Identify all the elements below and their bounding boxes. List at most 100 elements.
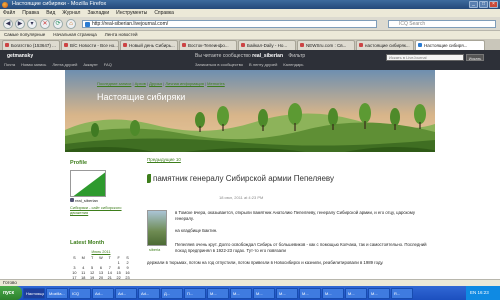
taskbar-item[interactable]: ICQ	[69, 287, 91, 299]
taskbar-item[interactable]: M...	[253, 287, 275, 299]
crumb-friends[interactable]: Друзья	[149, 81, 162, 86]
bookmark-popular[interactable]: Самые популярные	[4, 31, 45, 39]
post-date: 18 июл, 2011 at 4:23 PM	[219, 195, 264, 200]
lj-link-account[interactable]: Аккаунт	[83, 62, 97, 67]
post-paragraph-1: в Томске вчера, оказывается, открыли пам…	[175, 210, 415, 221]
taskbar-item[interactable]: Д...	[161, 287, 183, 299]
join-community-link[interactable]: Записаться в сообщество	[195, 62, 243, 67]
taskbar-item[interactable]: M...	[276, 287, 298, 299]
lj-community-info: Вы читаете сообщество real_siberian Филь…	[195, 53, 305, 59]
back-icon[interactable]: ◀	[3, 19, 13, 29]
start-button[interactable]: пуск	[0, 286, 22, 300]
bookmark-start-page[interactable]: Начальная страница	[53, 31, 97, 39]
lj-top-bar: getmansky Почта Новая запись Лента друзе…	[0, 50, 500, 70]
add-to-friends-link[interactable]: В ленту друзей	[249, 62, 277, 67]
navigation-toolbar: ◀ ▶ ▾ ✕ ⟳ ⌂ http://real-siberian.livejou…	[0, 17, 500, 31]
close-window-button[interactable]: ×	[489, 1, 498, 8]
crumb-memories[interactable]: Memories	[207, 81, 225, 86]
lj-search-input[interactable]: Искать в LiveJournal	[386, 54, 464, 61]
address-url: http://real-siberian.livejournal.com/	[92, 21, 169, 27]
taskbar-item[interactable]: Ad...	[138, 287, 160, 299]
community-flag-image	[71, 171, 105, 196]
menu-edit[interactable]: Правка	[22, 9, 39, 17]
taskbar-item[interactable]: M...	[207, 287, 229, 299]
lj-link-mail[interactable]: Почта	[4, 62, 15, 67]
community-name[interactable]: real_siberian	[252, 53, 283, 59]
post-author[interactable]: siberia	[149, 248, 160, 252]
author-userpic[interactable]	[147, 210, 167, 246]
forward-icon[interactable]: ▶	[15, 19, 25, 29]
menu-bar: Файл Правка Вид Журнал Закладки Инструме…	[0, 9, 500, 17]
taskbar-item[interactable]: Настоящие...	[23, 287, 45, 299]
tab-6[interactable]: NEWSru.com : Св...	[297, 40, 355, 50]
tab-favicon-icon	[241, 43, 245, 47]
search-input[interactable]: ICQ Search	[388, 20, 496, 28]
tab-active[interactable]: Настоящие сибиря...	[415, 40, 485, 50]
tab-label: настоящие сибиряк...	[365, 43, 410, 48]
community-filter[interactable]: Фильтр	[288, 53, 305, 59]
reload-icon[interactable]: ⟳	[53, 19, 63, 29]
community-label[interactable]: real_siberian	[70, 198, 98, 203]
tab-label: В/С Новости - Все но...	[70, 43, 118, 48]
minimize-button[interactable]: _	[469, 1, 478, 8]
site-favicon-icon	[85, 22, 90, 27]
menu-file[interactable]: Файл	[3, 9, 15, 17]
lj-search-button[interactable]: Искать	[466, 54, 484, 61]
bookmark-news-feed[interactable]: Лента новостей	[105, 31, 138, 39]
post-title[interactable]: памятник генералу Сибирской армии Пепеля…	[153, 174, 334, 183]
lj-link-friends-feed[interactable]: Лента друзей	[52, 62, 77, 67]
menu-tools[interactable]: Инструменты	[116, 9, 147, 17]
taskbar-item[interactable]: M...	[230, 287, 252, 299]
tab-favicon-icon	[123, 43, 127, 47]
community-userpic[interactable]	[70, 170, 106, 197]
taskbar-item[interactable]: Ad...	[115, 287, 137, 299]
tab-favicon-icon	[182, 43, 186, 47]
tab-5[interactable]: Байкал-Daily - Но...	[238, 40, 296, 50]
leaf-icon	[147, 174, 151, 183]
taskbar-item[interactable]: M...	[345, 287, 367, 299]
previous-entries-link[interactable]: Предыдущие 10	[147, 157, 181, 162]
post-paragraph-3: Пепеляев очень крут. Долго освобождал Си…	[175, 242, 427, 253]
menu-history[interactable]: Журнал	[62, 9, 80, 17]
tab-label: Новый день Сибирь...	[129, 43, 175, 48]
taskbar-item[interactable]: R...	[391, 287, 413, 299]
home-icon[interactable]: ⌂	[66, 19, 76, 29]
tab-2[interactable]: В/С Новости - Все но...	[61, 40, 119, 50]
crumb-recent[interactable]: Последние записи	[97, 81, 131, 86]
tab-label: Богатство (153647) ...	[11, 43, 56, 48]
community-prefix: Вы читаете сообщество	[195, 53, 251, 59]
dropdown-icon[interactable]: ▾	[27, 19, 37, 29]
latest-month-heading: Latest Month	[70, 240, 105, 246]
tab-7[interactable]: настоящие сибиряк...	[356, 40, 414, 50]
post-paragraph-4: держали в тюрьмах, потом на год отпустил…	[147, 260, 384, 265]
status-bar: Готово	[0, 279, 500, 286]
crumb-profile[interactable]: Личная информация	[165, 81, 204, 86]
menu-help[interactable]: Справка	[154, 9, 174, 17]
tab-strip: Богатство (153647) ... В/С Новости - Все…	[0, 39, 500, 50]
community-description[interactable]: Сибиряки - сайт сибирского движения	[70, 205, 140, 215]
taskbar-item[interactable]: Mozilla...	[46, 287, 68, 299]
taskbar-item[interactable]: Ad...	[92, 287, 114, 299]
tab-3[interactable]: Новый день Сибирь...	[120, 40, 178, 50]
stop-icon[interactable]: ✕	[40, 19, 50, 29]
tab-4[interactable]: Восток-Телеинфо...	[179, 40, 237, 50]
taskbar-item[interactable]: M...	[368, 287, 390, 299]
tab-1[interactable]: Богатство (153647) ...	[2, 40, 60, 50]
taskbar-item[interactable]: M...	[322, 287, 344, 299]
window-controls: _ □ ×	[469, 1, 498, 8]
menu-view[interactable]: Вид	[46, 9, 55, 17]
address-bar[interactable]: http://real-siberian.livejournal.com/	[82, 20, 377, 28]
calendar-month[interactable]: Июль 2011	[70, 250, 132, 254]
lj-search-placeholder: Искать в LiveJournal	[389, 55, 427, 60]
lj-link-faq[interactable]: FAQ	[104, 62, 112, 67]
taskbar-item[interactable]: П...	[184, 287, 206, 299]
blog-title[interactable]: Настоящие сибиряки	[97, 92, 185, 102]
taskbar-item[interactable]: M...	[299, 287, 321, 299]
maximize-button[interactable]: □	[479, 1, 488, 8]
breadcrumb: Последние записи | Архив | Друзья | Личн…	[97, 81, 225, 86]
crumb-archive[interactable]: Архив	[135, 81, 146, 86]
calendar-link[interactable]: Календарь	[283, 62, 303, 67]
menu-bookmarks[interactable]: Закладки	[87, 9, 109, 17]
lj-username[interactable]: getmansky	[7, 53, 33, 59]
lj-link-new-post[interactable]: Новая запись	[21, 62, 46, 67]
